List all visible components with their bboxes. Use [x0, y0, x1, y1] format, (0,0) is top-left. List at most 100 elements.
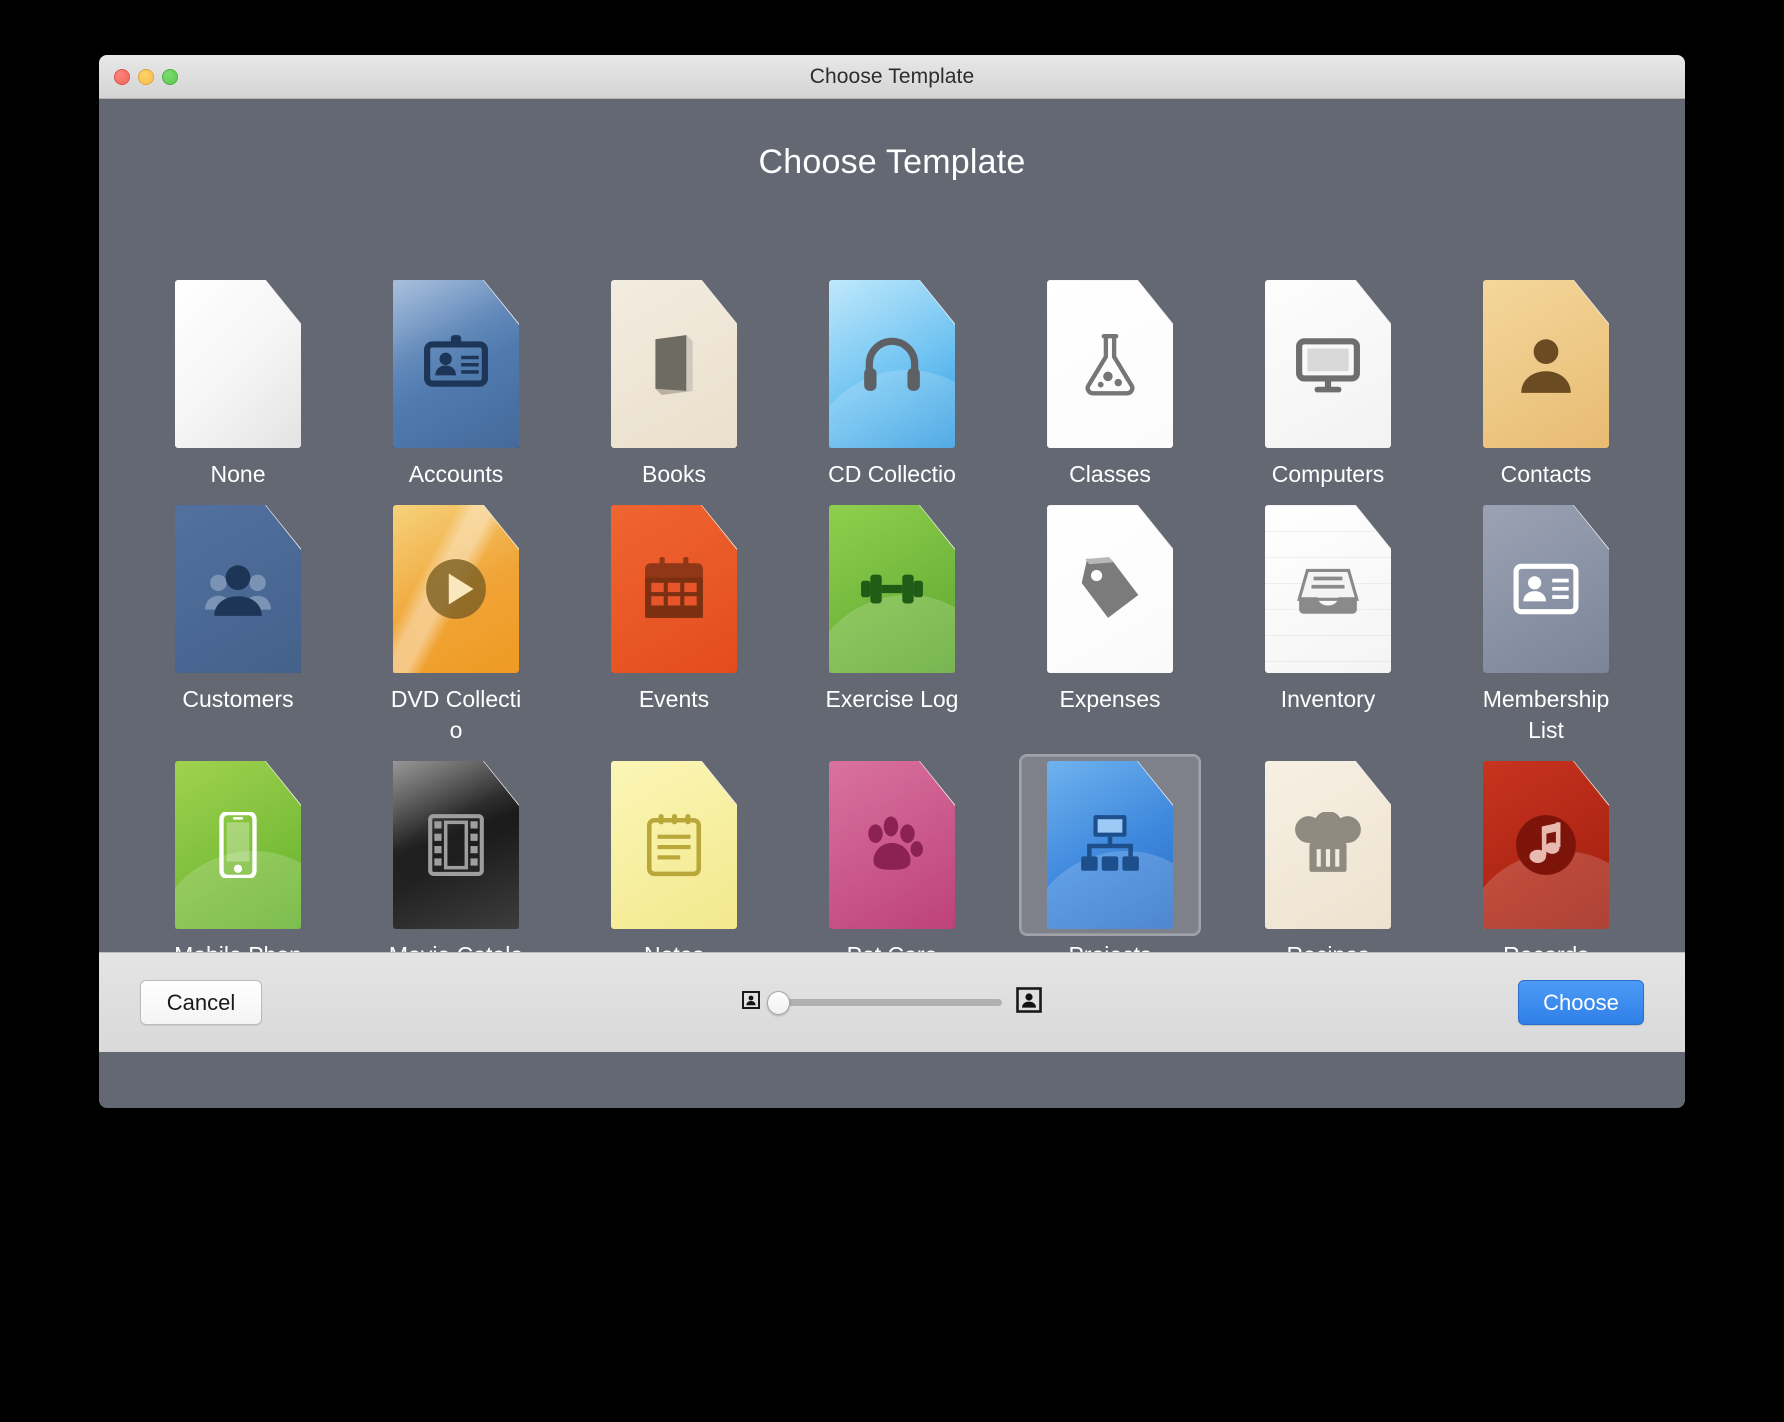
page-fold-corner-icon — [1573, 280, 1609, 325]
template-thumbnail-wrapper[interactable] — [1237, 498, 1419, 680]
page-fold-corner-icon — [701, 505, 737, 550]
window-title: Choose Template — [809, 64, 975, 88]
page-fold-corner-icon — [1573, 505, 1609, 550]
template-thumbnail-wrapper[interactable] — [1019, 498, 1201, 680]
template-thumbnail-wrapper[interactable] — [583, 754, 765, 936]
template-thumbnail-wrapper[interactable] — [801, 754, 983, 936]
large-icon-size-icon[interactable] — [1016, 987, 1042, 1018]
template-document-icon — [1265, 505, 1391, 673]
page-fold-corner-icon — [265, 505, 301, 550]
page-fold-corner-icon — [483, 505, 519, 550]
page-fold-corner-icon — [483, 761, 519, 806]
template-item-dvd-collectio[interactable]: DVD Collectio — [347, 490, 565, 746]
template-label: Computers — [1271, 461, 1385, 487]
template-label: None — [210, 461, 266, 487]
template-thumbnail-wrapper[interactable] — [147, 273, 329, 455]
template-document-icon — [175, 505, 301, 673]
template-thumbnail-wrapper[interactable] — [583, 273, 765, 455]
template-label: Customers — [182, 686, 294, 712]
template-document-icon — [1483, 505, 1609, 673]
template-thumbnail-wrapper[interactable] — [365, 754, 547, 936]
page-fold-corner-icon — [1137, 505, 1173, 550]
template-item-events[interactable]: Events — [565, 490, 783, 746]
template-item-customers[interactable]: Customers — [129, 490, 347, 746]
template-item-books[interactable]: Books — [565, 265, 783, 490]
template-label: DVD Collectio — [390, 686, 522, 743]
choose-template-window: Choose Template Choose Template None Acco… — [99, 55, 1685, 1108]
template-item-contacts[interactable]: Contacts — [1437, 265, 1655, 490]
monitor-icon — [1295, 331, 1361, 397]
minimize-window-icon[interactable] — [138, 69, 154, 85]
page-fold-corner-icon — [1355, 761, 1391, 806]
template-document-icon — [1265, 761, 1391, 929]
template-document-icon — [1265, 280, 1391, 448]
template-item-cd-collectio[interactable]: CD Collectio — [783, 265, 1001, 490]
template-thumbnail-wrapper[interactable] — [583, 498, 765, 680]
film-strip-icon — [423, 812, 489, 878]
notepad-icon — [641, 812, 707, 878]
template-thumbnail-wrapper[interactable] — [801, 498, 983, 680]
template-thumbnail-wrapper[interactable] — [365, 273, 547, 455]
cancel-button[interactable]: Cancel — [140, 980, 262, 1025]
template-item-accounts[interactable]: Accounts — [347, 265, 565, 490]
template-document-icon — [1483, 761, 1609, 929]
template-document-icon — [1483, 280, 1609, 448]
template-thumbnail-wrapper[interactable] — [147, 498, 329, 680]
template-thumbnail-wrapper[interactable] — [1019, 754, 1201, 936]
template-thumbnail-wrapper[interactable] — [1455, 754, 1637, 936]
template-item-classes[interactable]: Classes — [1001, 265, 1219, 490]
flask-icon — [1077, 331, 1143, 397]
calendar-icon — [641, 556, 707, 622]
template-document-icon — [829, 280, 955, 448]
template-document-icon — [829, 761, 955, 929]
template-item-none[interactable]: None — [129, 265, 347, 490]
zoom-window-icon[interactable] — [162, 69, 178, 85]
template-thumbnail-wrapper[interactable] — [1237, 273, 1419, 455]
template-thumbnail-wrapper[interactable] — [801, 273, 983, 455]
template-document-icon — [175, 761, 301, 929]
template-thumbnail-wrapper[interactable] — [365, 498, 547, 680]
template-document-icon — [393, 505, 519, 673]
icon-size-slider[interactable] — [767, 990, 1002, 1015]
template-label: Exercise Log — [825, 686, 959, 712]
page-fold-corner-icon — [1355, 505, 1391, 550]
paw-print-icon — [859, 812, 925, 878]
dialog-body: Choose Template None Accounts Books CD Coll… — [99, 99, 1685, 1052]
template-thumbnail-wrapper[interactable] — [1455, 498, 1637, 680]
window-titlebar[interactable]: Choose Template — [99, 55, 1685, 99]
template-label: Books — [642, 461, 706, 487]
traffic-light-group — [114, 69, 178, 85]
page-fold-corner-icon — [1137, 280, 1173, 325]
org-chart-icon — [1077, 812, 1143, 878]
play-circle-icon — [423, 556, 489, 622]
template-document-icon — [393, 280, 519, 448]
page-title: Choose Template — [758, 143, 1026, 181]
dialog-toolbar: Cancel Choose — [99, 952, 1685, 1052]
template-item-exercise-log[interactable]: Exercise Log — [783, 490, 1001, 746]
choose-button[interactable]: Choose — [1518, 980, 1644, 1025]
template-thumbnail-wrapper[interactable] — [1019, 273, 1201, 455]
template-label: Classes — [1069, 461, 1151, 487]
template-label: Contacts — [1500, 461, 1592, 487]
template-item-inventory[interactable]: Inventory — [1219, 490, 1437, 746]
template-item-expenses[interactable]: Expenses — [1001, 490, 1219, 746]
template-label: Accounts — [408, 461, 504, 487]
template-item-computers[interactable]: Computers — [1219, 265, 1437, 490]
template-thumbnail-wrapper[interactable] — [147, 754, 329, 936]
page-fold-corner-icon — [265, 280, 301, 325]
template-document-icon — [611, 280, 737, 448]
page-fold-corner-icon — [265, 761, 301, 806]
contact-card-icon — [1513, 556, 1579, 622]
dumbbell-icon — [859, 556, 925, 622]
template-item-membership-list[interactable]: Membership List — [1437, 490, 1655, 746]
book-icon — [641, 331, 707, 397]
icon-size-slider-knob[interactable] — [767, 990, 790, 1015]
template-label: Events — [638, 686, 710, 712]
page-fold-corner-icon — [701, 280, 737, 325]
template-thumbnail-wrapper[interactable] — [1455, 273, 1637, 455]
small-icon-size-icon[interactable] — [742, 991, 760, 1014]
template-thumbnail-wrapper[interactable] — [1237, 754, 1419, 936]
icon-size-slider-group — [742, 987, 1042, 1018]
template-label: Membership List — [1482, 686, 1610, 743]
close-window-icon[interactable] — [114, 69, 130, 85]
